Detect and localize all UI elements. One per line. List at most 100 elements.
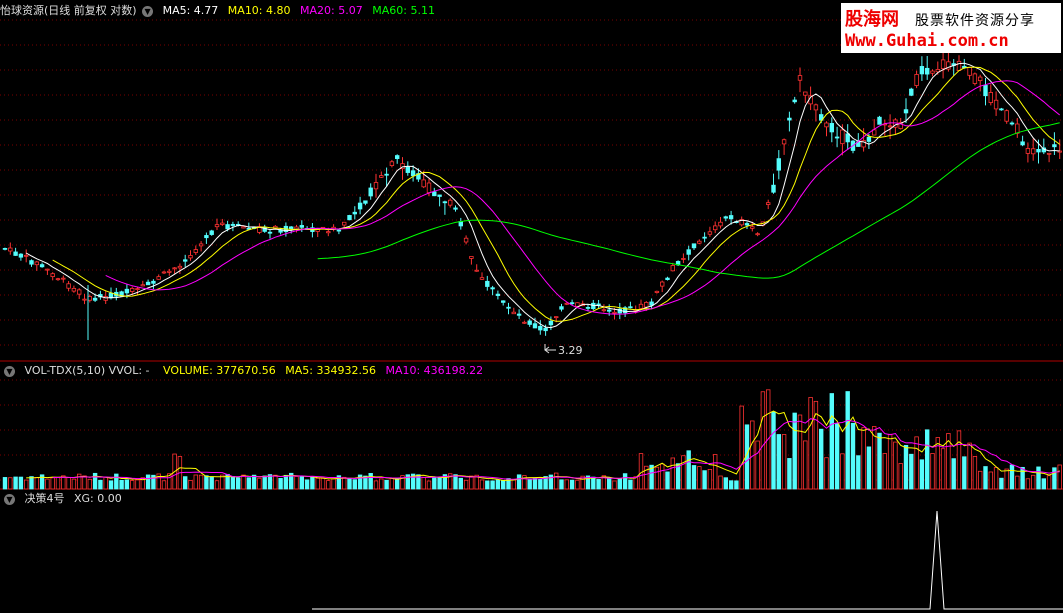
candlestick: [13, 247, 18, 256]
candlestick: [490, 285, 495, 296]
volume-bar: [198, 474, 204, 490]
volume-bar: [241, 474, 246, 490]
volume-bar: [993, 467, 999, 490]
volume-bar: [829, 393, 834, 490]
candlestick: [257, 223, 262, 235]
volume-bar: [193, 474, 198, 490]
candlestick: [559, 303, 564, 312]
volume-bar: [1020, 466, 1025, 490]
candlestick: [766, 199, 771, 210]
volume-bar: [824, 457, 829, 490]
volume-bar: [479, 479, 485, 490]
candlestick: [198, 241, 204, 252]
volume-bar: [516, 474, 522, 490]
candlestick: [909, 87, 914, 97]
volume-bar: [1004, 468, 1009, 490]
volume-bar: [702, 470, 707, 490]
signal-title: 决策4号: [24, 492, 65, 505]
candlestick: [1057, 139, 1062, 160]
candlestick: [660, 280, 665, 293]
candlestick: [654, 290, 660, 294]
volume-bar: [2, 477, 8, 490]
volume-bar: [331, 478, 336, 490]
volume-bar: [554, 472, 559, 490]
volume-bar: [972, 456, 978, 490]
volume-bar: [341, 476, 347, 490]
slogan-text: 股票软件资源分享: [915, 13, 1035, 29]
candlestick: [713, 221, 718, 234]
volume-bar: [834, 422, 840, 490]
candlestick: [145, 279, 151, 286]
candlestick: [951, 59, 956, 76]
ma20-readout: MA20: 5.07: [300, 4, 363, 17]
volume-bar: [723, 477, 728, 490]
ma5-readout: MA5: 4.77: [162, 4, 219, 17]
volume-bar: [713, 454, 718, 490]
candlestick: [511, 307, 516, 315]
candlestick: [596, 299, 601, 309]
volume-bar: [850, 422, 856, 490]
volume-bar: [458, 477, 463, 490]
candlestick: [824, 121, 829, 137]
volume-bar: [235, 477, 241, 490]
candlestick: [394, 154, 400, 164]
candlestick: [352, 206, 357, 220]
candlestick: [755, 232, 760, 237]
volume-bar: [161, 480, 167, 490]
chevron-down-icon[interactable]: ▼: [4, 365, 15, 377]
candlestick: [469, 256, 474, 265]
candlestick: [993, 91, 999, 116]
volume-bar: [485, 480, 490, 490]
candlestick: [8, 242, 13, 255]
volume-bar: [230, 476, 236, 490]
xg-readout: XG: 0.00: [74, 492, 122, 505]
chevron-down-icon[interactable]: ▼: [4, 493, 15, 505]
volume-bar: [988, 471, 993, 490]
volume-bar: [18, 476, 24, 490]
volume-bar: [34, 477, 39, 490]
volume-bar: [373, 480, 379, 490]
volume-bar: [978, 470, 983, 490]
volume-bar: [617, 478, 622, 490]
candlestick: [617, 302, 622, 320]
volume-bar: [718, 475, 723, 490]
chevron-down-icon[interactable]: ▼: [142, 5, 154, 17]
volume-bar: [956, 430, 962, 490]
candlestick: [792, 96, 797, 104]
candlestick: [972, 72, 978, 86]
volume-bar: [691, 465, 697, 490]
candlestick: [188, 250, 193, 261]
volume-bar: [707, 469, 713, 490]
volume-bar: [108, 480, 114, 490]
candlestick: [803, 91, 808, 103]
volume-bar: [983, 466, 988, 490]
volume-bar: [55, 476, 61, 490]
volume-bar: [697, 466, 702, 490]
candlestick: [479, 272, 485, 280]
volume-bar: [304, 479, 310, 490]
candlestick: [267, 229, 273, 239]
volume-bar: [845, 391, 850, 490]
main-panel-header: 怡球资源(日线 前复权 对数) ▼ MA5: 4.77 MA10: 4.80 M…: [0, 3, 441, 19]
candlestick: [718, 217, 723, 229]
candlestick: [463, 235, 469, 245]
volume-bar: [283, 474, 289, 490]
volume-bar: [114, 473, 119, 490]
volume-bar: [45, 478, 50, 490]
candlestick: [55, 277, 61, 281]
main-title: 怡球资源(日线 前复权 对数): [0, 4, 137, 17]
volume-bar: [882, 453, 887, 490]
candlestick: [500, 300, 506, 306]
volume-bar: [776, 434, 781, 490]
candlestick: [458, 217, 463, 230]
candlestick: [29, 259, 34, 267]
volume-bar: [273, 474, 278, 490]
candlestick: [1020, 135, 1025, 147]
candlestick: [368, 183, 373, 200]
volume-bar: [967, 442, 972, 490]
volume-bar: [294, 476, 299, 490]
vol-title: VOL-TDX(5,10) VVOL: -: [24, 364, 150, 377]
volume-bar: [182, 476, 188, 490]
chart-canvas[interactable]: [0, 0, 1063, 613]
candlestick: [161, 270, 167, 274]
